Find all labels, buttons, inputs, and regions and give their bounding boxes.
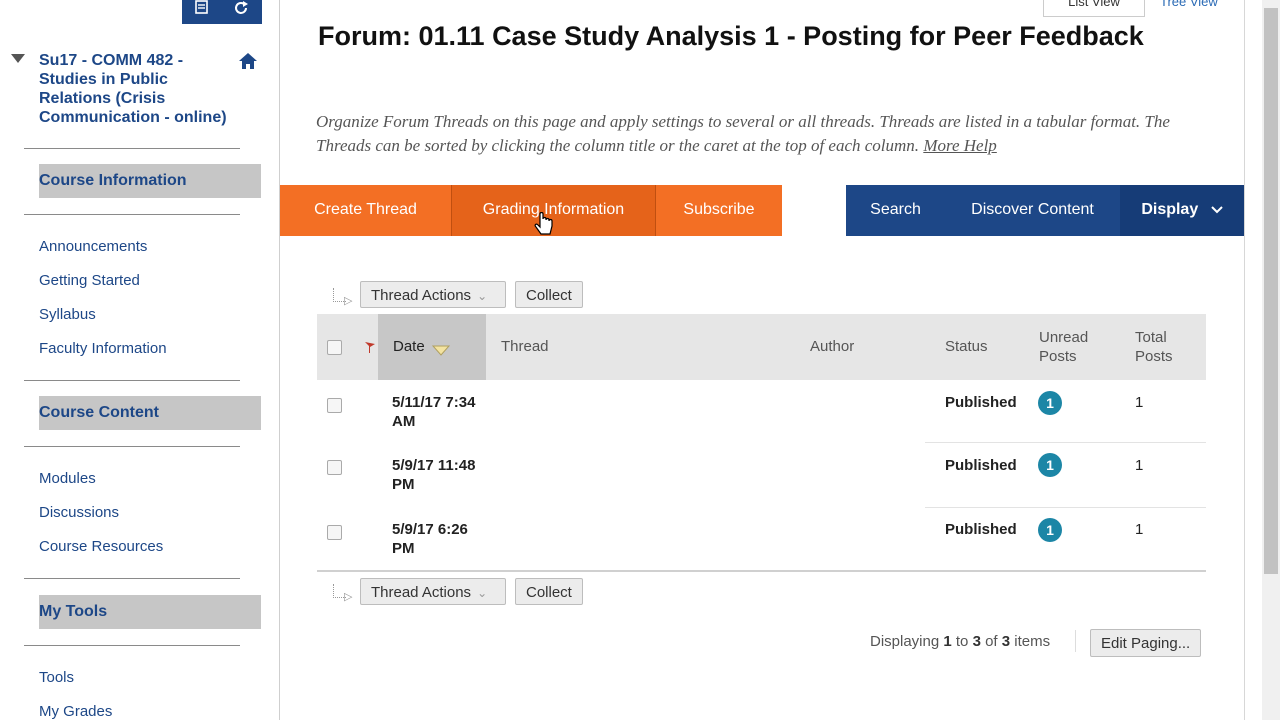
thread-actions-label: Thread Actions	[371, 584, 472, 601]
row-date[interactable]: 5/9/17 6:26 PM	[392, 520, 492, 558]
row-total-posts: 1	[1135, 457, 1144, 474]
divider	[24, 645, 240, 646]
page-instructions: Organize Forum Threads on this page and …	[316, 110, 1216, 158]
section-heading-my-tools[interactable]: My Tools	[39, 595, 261, 629]
nav-link-announcements[interactable]: Announcements	[39, 238, 147, 255]
divider	[24, 446, 240, 447]
paging-of-word: of	[985, 633, 998, 650]
select-all-checkbox[interactable]	[327, 340, 342, 355]
paging-to: 3	[972, 633, 981, 650]
nav-link-modules[interactable]: Modules	[39, 470, 96, 487]
section-heading-course-content[interactable]: Course Content	[39, 396, 261, 430]
paging-total: 3	[1001, 633, 1011, 650]
tree-view-tab[interactable]: Tree View	[1160, 0, 1218, 9]
paging-summary: Displaying 1 to 3 of 3 items	[870, 633, 1050, 650]
divider	[24, 148, 240, 149]
paging-from: 1	[943, 633, 952, 650]
collect-button[interactable]: Collect	[515, 281, 583, 308]
display-menu-button[interactable]: Display	[1120, 185, 1244, 236]
row-status: Published	[945, 457, 1017, 474]
thread-actions-label: Thread Actions	[371, 287, 472, 304]
unread-badge[interactable]: 1	[1038, 391, 1062, 415]
create-thread-button[interactable]: Create Thread	[280, 185, 451, 236]
collapse-arrow-icon[interactable]	[11, 54, 25, 63]
row-total-posts: 1	[1135, 521, 1144, 538]
instructions-text: Organize Forum Threads on this page and …	[316, 112, 1170, 155]
scrollbar-thumb[interactable]	[1264, 8, 1278, 574]
divider	[24, 578, 240, 579]
nav-link-my-grades[interactable]: My Grades	[39, 703, 112, 720]
paging-to-word: to	[955, 633, 969, 650]
discover-content-button[interactable]: Discover Content	[945, 185, 1120, 236]
hand-cursor-icon	[534, 211, 554, 242]
table-bottom-border	[317, 570, 1206, 572]
unread-badge[interactable]: 1	[1038, 453, 1062, 477]
thread-actions-button[interactable]: Thread Actions ⌄	[360, 281, 506, 308]
unread-badge[interactable]: 1	[1038, 518, 1062, 542]
divider	[24, 380, 240, 381]
search-button[interactable]: Search	[846, 185, 945, 236]
row-status: Published	[945, 521, 1017, 538]
divider	[24, 214, 240, 215]
home-icon[interactable]	[238, 52, 258, 70]
chevron-down-icon	[1210, 185, 1223, 234]
nav-link-discussions[interactable]: Discussions	[39, 504, 119, 521]
more-help-link[interactable]: More Help	[923, 136, 997, 155]
nav-link-getting-started[interactable]: Getting Started	[39, 272, 140, 289]
thread-column-header[interactable]: Thread	[501, 337, 549, 356]
flag-icon[interactable]	[364, 341, 376, 359]
paging-items-word: items	[1014, 633, 1051, 650]
row-status: Published	[945, 394, 1017, 411]
course-menu-sidebar: Su17 - COMM 482 - Studies in Public Rela…	[0, 0, 280, 720]
nav-link-faculty-information[interactable]: Faculty Information	[39, 340, 167, 357]
page-title: Forum: 01.11 Case Study Analysis 1 - Pos…	[318, 21, 1144, 51]
row-divider	[925, 442, 1206, 443]
row-divider	[925, 507, 1206, 508]
row-checkbox[interactable]	[327, 398, 342, 413]
section-heading-course-information[interactable]: Course Information	[39, 164, 261, 198]
arrow-right-icon: ▷	[344, 591, 353, 603]
unread-posts-column-header[interactable]: Unread Posts	[1039, 328, 1109, 366]
subscribe-button[interactable]: Subscribe	[656, 185, 782, 236]
action-bar: Create Thread Grading Information Subscr…	[280, 185, 1244, 236]
row-total-posts: 1	[1135, 394, 1144, 411]
content-border	[1244, 0, 1245, 720]
nav-link-syllabus[interactable]: Syllabus	[39, 306, 96, 323]
paging-prefix: Displaying	[870, 633, 940, 650]
collect-button-bottom[interactable]: Collect	[515, 578, 583, 605]
thread-actions-button-bottom[interactable]: Thread Actions ⌄	[360, 578, 506, 605]
refresh-icon[interactable]	[230, 0, 254, 20]
author-column-header[interactable]: Author	[810, 337, 854, 356]
status-column-header[interactable]: Status	[945, 337, 988, 356]
divider	[1075, 630, 1076, 652]
sort-caret-icon[interactable]	[431, 343, 451, 361]
total-posts-column-header[interactable]: Total Posts	[1135, 328, 1195, 366]
row-date[interactable]: 5/9/17 11:48 PM	[392, 456, 492, 494]
double-chevron-down-icon: ⌄	[477, 586, 488, 600]
list-view-tab[interactable]: List View	[1043, 0, 1145, 17]
row-checkbox[interactable]	[327, 525, 342, 540]
row-date[interactable]: 5/11/17 7:34 AM	[392, 393, 492, 431]
nav-link-course-resources[interactable]: Course Resources	[39, 538, 163, 555]
display-label: Display	[1141, 201, 1199, 218]
table-header: Date Thread Author Status Unread Posts T…	[317, 314, 1206, 380]
date-column-header[interactable]: Date	[393, 337, 425, 356]
row-checkbox[interactable]	[327, 460, 342, 475]
arrow-right-icon: ▷	[344, 295, 353, 307]
course-title-link[interactable]: Su17 - COMM 482 - Studies in Public Rela…	[39, 51, 239, 127]
nav-link-tools[interactable]: Tools	[39, 669, 74, 686]
edit-menu-icon[interactable]	[190, 0, 214, 20]
course-menu-toolbar	[182, 0, 262, 24]
double-chevron-down-icon: ⌄	[477, 289, 488, 303]
edit-paging-button[interactable]: Edit Paging...	[1090, 629, 1202, 657]
